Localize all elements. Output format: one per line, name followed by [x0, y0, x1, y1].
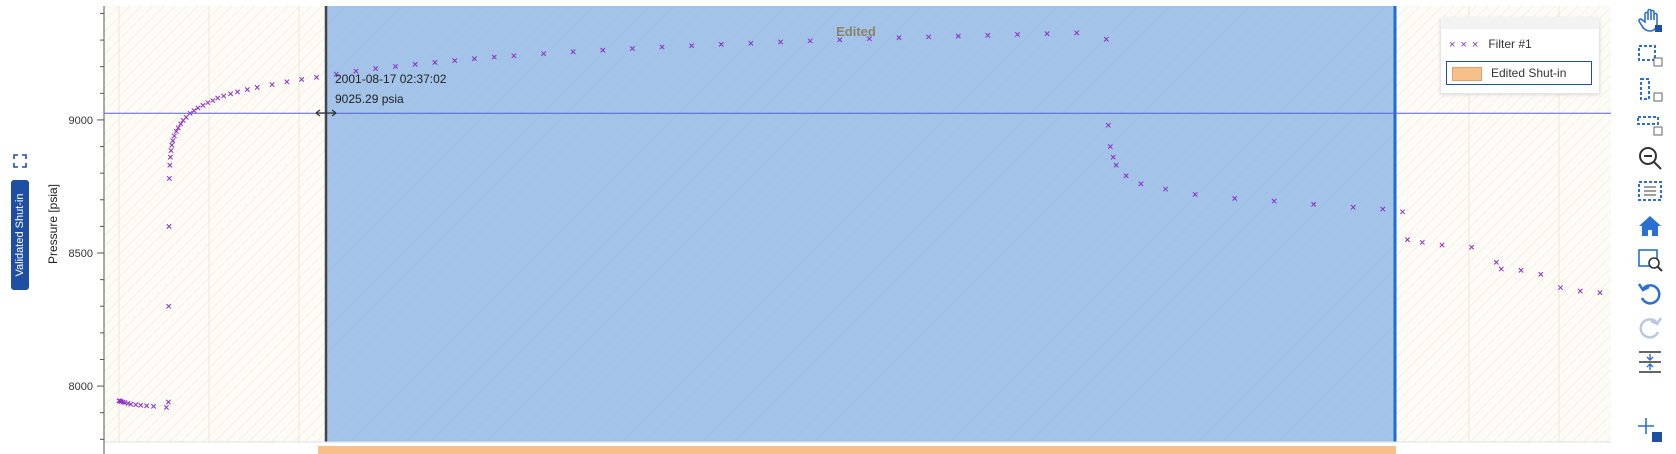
- pan-hand-icon[interactable]: [1636, 6, 1664, 34]
- legend-item-edited-shut-in[interactable]: Edited Shut-in: [1446, 61, 1592, 85]
- y-tick-label: 8500: [69, 248, 93, 260]
- y-tick-label: 8000: [69, 381, 93, 393]
- edited-region-hatch: [326, 6, 1395, 442]
- x-select-icon[interactable]: [1636, 76, 1664, 104]
- y-axis-label: Pressure [psia]: [46, 184, 60, 264]
- home-icon[interactable]: [1636, 212, 1664, 240]
- tooltip-time: 2001-08-17 02:37:02: [335, 72, 447, 86]
- legend: × × × Filter #1 Edited Shut-in: [1440, 17, 1600, 94]
- x-marker-icon: × × ×: [1449, 39, 1480, 51]
- y-axis-ticks: 8000 8500 9000: [69, 12, 104, 440]
- zoom-box-icon[interactable]: [1636, 178, 1664, 206]
- tooltip-value: 9025.29 psia: [335, 92, 404, 106]
- edited-region-label: Edited: [836, 24, 876, 39]
- fit-vertical-icon[interactable]: [1636, 348, 1664, 376]
- legend-filter-label: Filter #1: [1488, 37, 1532, 51]
- shut-in-bar: [318, 446, 1396, 454]
- chart-toolbar: [1630, 0, 1670, 454]
- zoom-fit-icon[interactable]: [1636, 246, 1664, 274]
- shut-in-swatch: [1452, 67, 1482, 81]
- pressure-chart[interactable]: Edited 8000 8500 9000 Pressure [psia] 2001…: [0, 0, 1620, 454]
- undo-icon[interactable]: [1636, 280, 1664, 308]
- y-select-icon[interactable]: [1636, 110, 1664, 138]
- box-zoom-icon[interactable]: [1636, 42, 1664, 70]
- legend-item-filter-1[interactable]: × × × Filter #1: [1449, 37, 1532, 51]
- crosshair-tool-icon[interactable]: [1636, 416, 1664, 444]
- legend-shutin-label: Edited Shut-in: [1491, 66, 1567, 80]
- zoom-out-icon[interactable]: [1636, 144, 1664, 172]
- redo-icon[interactable]: [1636, 314, 1664, 342]
- y-tick-label: 9000: [69, 115, 93, 127]
